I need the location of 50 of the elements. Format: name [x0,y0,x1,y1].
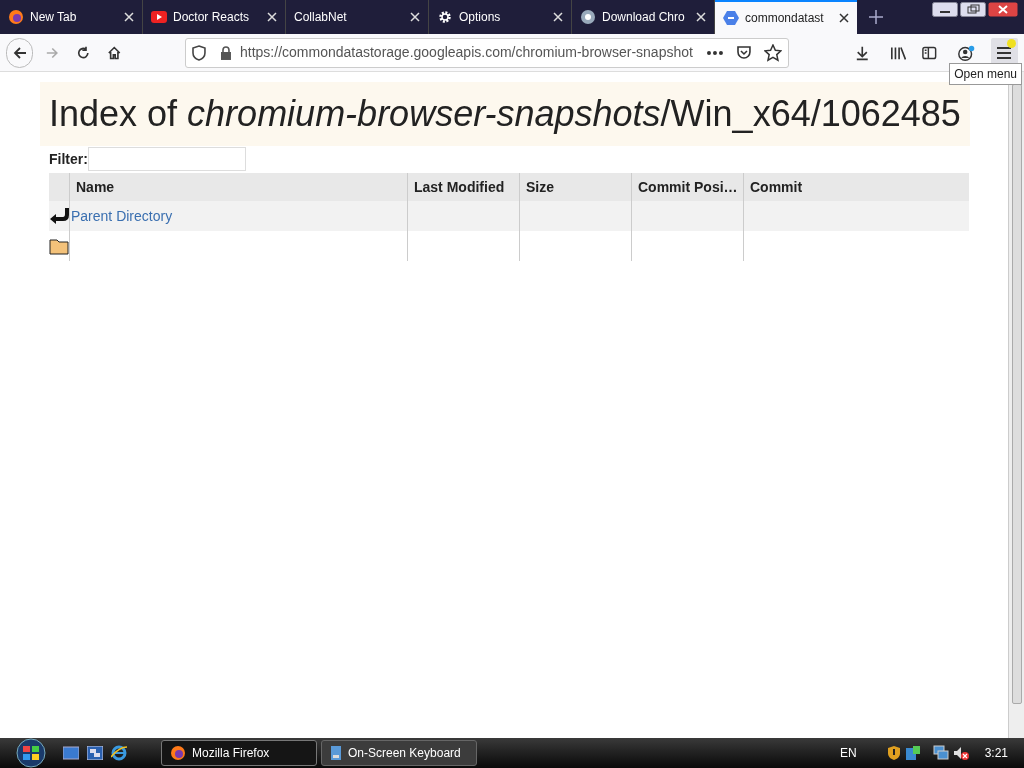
filter-field[interactable] [87,147,246,171]
taskbar-button[interactable]: Mozilla Firefox [161,740,317,766]
tooltip: Open menu [949,63,1022,85]
account-icon[interactable] [956,43,975,62]
muted-speaker-icon[interactable] [952,745,969,761]
network-icon[interactable] [904,745,921,761]
new-tab-icon[interactable] [869,10,883,24]
restore-button[interactable] [960,2,986,17]
minimize-button[interactable] [932,2,958,17]
more-icon[interactable] [706,49,725,56]
windows-icon[interactable] [87,746,103,760]
sidebar-icon[interactable] [922,44,937,61]
close-button[interactable] [988,2,1018,17]
back-arrow-icon [11,44,28,61]
column-header[interactable]: Last Modified [414,176,505,198]
lock-icon [220,45,232,60]
folder-icon [49,237,69,255]
security-icon[interactable] [886,745,901,761]
pocket-icon[interactable] [736,44,753,61]
address-bar[interactable]: https://commondatastorage.googleapis.com/chromium-browser-snapshot [185,37,790,68]
clock[interactable]: 3:21 [984,744,1008,762]
filter-label: Filter: [49,149,88,169]
language-indicator[interactable]: EN [839,744,857,762]
column-header[interactable]: Commit [750,176,803,198]
page-heading: Index of chromium-browser-snapshots/Win_x64/1062485 [49,92,961,136]
taskbar-button[interactable]: On-Screen Keyboard [321,740,477,766]
home-icon[interactable] [106,44,122,61]
star-icon[interactable] [764,43,783,62]
close-icon[interactable] [839,13,849,23]
return-arrow-icon [49,208,69,224]
monitor-icon[interactable] [932,745,949,761]
browser-icon[interactable] [111,745,127,761]
play-icon [151,11,167,23]
download-icon[interactable] [855,44,870,61]
shield-icon [192,44,207,61]
url-text: https://commondatastorage.googleapis.com/chromium-browser-snapshot [240,43,694,62]
column-header[interactable]: Size [526,176,554,198]
library-icon[interactable] [889,44,906,61]
firefox-icon [8,9,24,25]
column-header[interactable]: Commit Posi… [638,176,738,198]
parent-directory-link[interactable]: Parent Directory [71,205,173,227]
reload-icon[interactable] [76,44,91,61]
gear-icon [437,9,453,25]
menu-icon [997,46,1012,59]
hexagon-icon [723,10,739,26]
keyboard-icon [330,745,342,761]
firefox-icon [170,745,186,761]
globe-icon [580,9,596,25]
column-header[interactable]: Name [76,176,115,198]
browser-tab[interactable]: commondatast [715,0,857,34]
